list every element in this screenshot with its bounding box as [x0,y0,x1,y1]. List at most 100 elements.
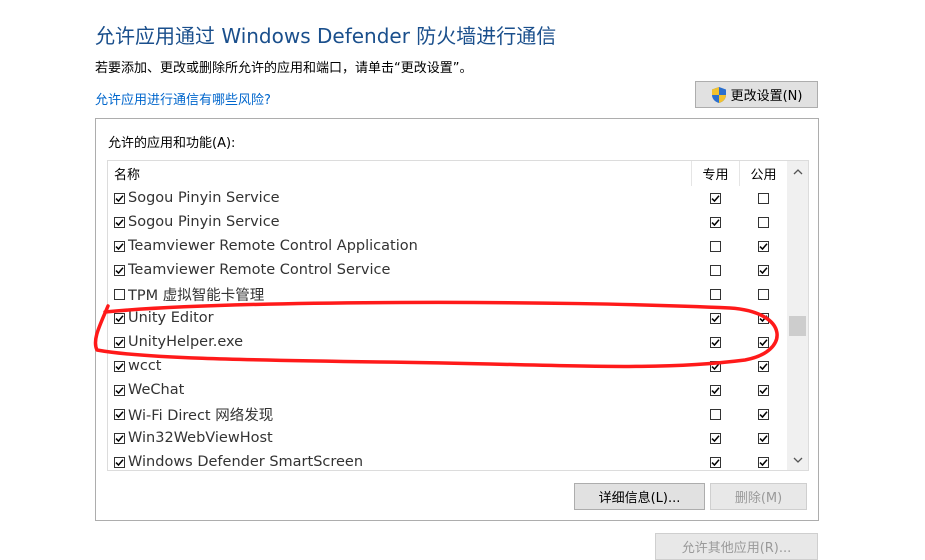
vertical-scrollbar[interactable] [787,161,808,470]
enabled-checkbox[interactable] [114,264,125,276]
private-checkbox[interactable] [709,456,721,468]
scrollbar-thumb[interactable] [789,316,806,336]
public-checkbox[interactable] [757,336,769,348]
enabled-checkbox[interactable] [114,240,125,252]
column-header-public[interactable]: 公用 [739,161,787,186]
app-name-cell: Teamviewer Remote Control Service [108,262,691,278]
risk-info-link[interactable]: 允许应用进行通信有哪些风险? [95,89,271,108]
details-button[interactable]: 详细信息(L)... [574,483,705,510]
enabled-checkbox[interactable] [114,456,125,468]
app-rows: Sogou Pinyin Service Sogou Pinyin Service… [108,186,787,470]
public-checkbox[interactable] [757,456,769,468]
app-name-cell: UnityHelper.exe [108,334,691,350]
app-name: Unity Editor [128,310,214,326]
app-name: Sogou Pinyin Service [128,190,280,206]
allowed-apps-list[interactable]: 名称 专用 公用 Sogou Pinyin Service Sogou Pinyi… [107,160,809,471]
list-header: 名称 专用 公用 [108,161,787,186]
public-checkbox[interactable] [757,312,769,324]
table-row[interactable]: Windows Defender SmartScreen [108,450,787,470]
private-checkbox[interactable] [709,336,721,348]
public-checkbox[interactable] [757,240,769,252]
app-name-cell: WeChat [108,382,691,398]
enabled-checkbox[interactable] [114,312,125,324]
public-cell [739,240,787,252]
private-checkbox[interactable] [709,192,721,204]
private-checkbox[interactable] [709,432,721,444]
column-header-private[interactable]: 专用 [691,161,739,186]
table-row[interactable]: Wi-Fi Direct 网络发现 [108,402,787,426]
column-header-name[interactable]: 名称 [108,161,691,186]
app-name-cell: Sogou Pinyin Service [108,190,691,206]
table-row[interactable]: WeChat [108,378,787,402]
table-row[interactable]: TPM 虚拟智能卡管理 [108,282,787,306]
uac-shield-icon [711,86,727,104]
public-cell [739,336,787,348]
app-name: Wi-Fi Direct 网络发现 [128,407,274,424]
private-checkbox[interactable] [709,384,721,396]
app-name: UnityHelper.exe [128,334,244,350]
public-checkbox[interactable] [757,408,769,420]
public-cell [739,408,787,420]
change-settings-button[interactable]: 更改设置(N) [695,81,818,108]
public-cell [739,432,787,444]
enabled-checkbox[interactable] [114,408,125,420]
public-cell [739,288,787,300]
private-checkbox[interactable] [709,408,721,420]
private-cell [691,240,739,252]
scroll-up-icon[interactable] [787,161,808,182]
app-name: TPM 虚拟智能卡管理 [128,287,265,304]
scroll-down-icon[interactable] [787,449,808,470]
private-checkbox[interactable] [709,240,721,252]
delete-button[interactable]: 删除(M) [710,483,807,510]
private-checkbox[interactable] [709,360,721,372]
private-cell [691,288,739,300]
enabled-checkbox[interactable] [114,192,125,204]
private-cell [691,336,739,348]
table-row[interactable]: Win32WebViewHost [108,426,787,450]
app-name: Teamviewer Remote Control Application [128,238,418,254]
table-row[interactable]: Sogou Pinyin Service [108,210,787,234]
public-cell [739,216,787,228]
private-checkbox[interactable] [709,264,721,276]
enabled-checkbox[interactable] [114,288,125,300]
public-checkbox[interactable] [757,288,769,300]
app-name-cell: TPM 虚拟智能卡管理 [108,284,691,305]
public-checkbox[interactable] [757,216,769,228]
private-cell [691,312,739,324]
table-row[interactable]: Teamviewer Remote Control Service [108,258,787,282]
enabled-checkbox[interactable] [114,384,125,396]
private-checkbox[interactable] [709,216,721,228]
private-checkbox[interactable] [709,288,721,300]
public-checkbox[interactable] [757,264,769,276]
enabled-checkbox[interactable] [114,336,125,348]
app-name-cell: Unity Editor [108,310,691,326]
table-row[interactable]: Unity Editor [108,306,787,330]
app-name-cell: wcct [108,358,691,374]
public-cell [739,384,787,396]
public-cell [739,192,787,204]
public-checkbox[interactable] [757,192,769,204]
private-cell [691,408,739,420]
enabled-checkbox[interactable] [114,360,125,372]
table-row[interactable]: wcct [108,354,787,378]
app-name-cell: Teamviewer Remote Control Application [108,238,691,254]
public-checkbox[interactable] [757,384,769,396]
page-title: 允许应用通过 Windows Defender 防火墙进行通信 [95,24,557,48]
app-name: Win32WebViewHost [128,430,273,446]
app-name-cell: Sogou Pinyin Service [108,214,691,230]
table-row[interactable]: Sogou Pinyin Service [108,186,787,210]
app-name: Sogou Pinyin Service [128,214,280,230]
private-checkbox[interactable] [709,312,721,324]
private-cell [691,216,739,228]
enabled-checkbox[interactable] [114,432,125,444]
public-checkbox[interactable] [757,360,769,372]
private-cell [691,360,739,372]
app-name: WeChat [128,382,185,398]
table-row[interactable]: UnityHelper.exe [108,330,787,354]
public-cell [739,312,787,324]
enabled-checkbox[interactable] [114,216,125,228]
app-name-cell: Win32WebViewHost [108,430,691,446]
app-name: Windows Defender SmartScreen [128,454,364,470]
public-checkbox[interactable] [757,432,769,444]
table-row[interactable]: Teamviewer Remote Control Application [108,234,787,258]
